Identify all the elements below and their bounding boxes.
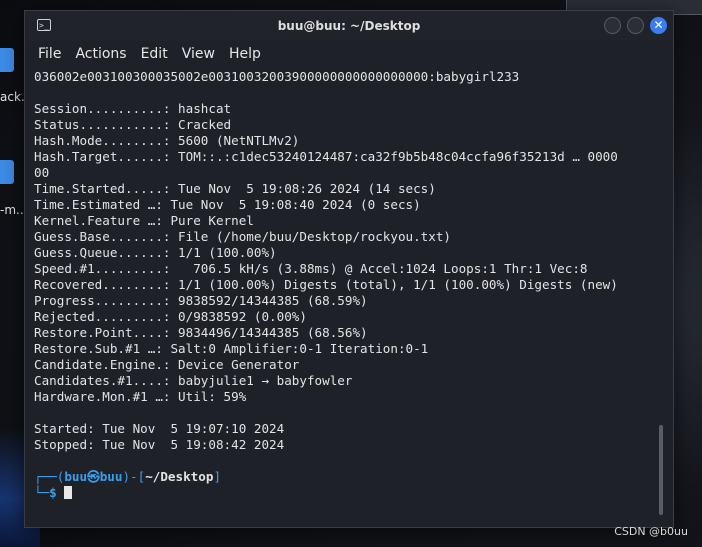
output-line: Hash.Mode........: 5600 (NetNTLMv2) <box>34 133 300 148</box>
maximize-button[interactable] <box>627 17 644 34</box>
prompt-dollar: $ <box>49 485 65 500</box>
output-line: Kernel.Feature …: Pure Kernel <box>34 213 254 228</box>
watermark: CSDN @b0uu <box>614 525 688 538</box>
prompt-end: ] <box>213 469 222 484</box>
output-line: Candidates.#1....: babyjulie1 → babyfowl… <box>34 373 353 388</box>
output-line: Time.Started.....: Tue Nov 5 19:08:26 20… <box>34 181 436 196</box>
title-bar[interactable]: >_ buu@buu: ~/Desktop ✕ <box>25 11 673 41</box>
menu-help[interactable]: Help <box>229 46 261 62</box>
desktop-file-icon[interactable] <box>0 160 14 184</box>
menu-file[interactable]: File <box>38 46 61 62</box>
desktop-file-label: ack. <box>0 90 25 104</box>
terminal-window[interactable]: >_ buu@buu: ~/Desktop ✕ File Actions Edi… <box>24 10 674 528</box>
output-line: Stopped: Tue Nov 5 19:08:42 2024 <box>34 437 285 452</box>
terminal-output[interactable]: 036002e003100300035002e00310032003900000… <box>25 69 666 525</box>
menu-actions[interactable]: Actions <box>75 46 126 62</box>
output-line: Hash.Target......: TOM::.:c1dec532401244… <box>34 149 618 164</box>
output-line: Speed.#1.........: 706.5 kH/s (3.88ms) @… <box>34 261 588 276</box>
menu-view[interactable]: View <box>182 46 215 62</box>
text-cursor <box>64 486 73 499</box>
prompt-bottom-prefix: └─ <box>34 485 50 500</box>
prompt-cwd: ~/Desktop <box>145 469 214 484</box>
prompt-line-bottom[interactable]: └─$ <box>34 485 666 501</box>
output-line: Recovered........: 1/1 (100.00%) Digests… <box>34 277 618 292</box>
menu-edit[interactable]: Edit <box>141 46 168 62</box>
prompt-user: buu <box>64 469 88 484</box>
output-line: 036002e003100300035002e00310032003900000… <box>34 69 520 84</box>
terminal-icon: >_ <box>37 19 51 31</box>
prompt-host: buu <box>99 469 123 484</box>
window-title: buu@buu: ~/Desktop <box>277 19 421 33</box>
menu-bar: File Actions Edit View Help <box>25 41 673 67</box>
output-line: Session..........: hashcat <box>34 101 232 116</box>
minimize-button[interactable] <box>604 17 621 34</box>
output-line: Progress.........: 9838592/14344385 (68.… <box>34 293 368 308</box>
window-controls: ✕ <box>604 17 667 34</box>
output-lines: 036002e003100300035002e00310032003900000… <box>34 69 666 469</box>
output-line: 00 <box>34 165 50 180</box>
prompt-at: ㉿ <box>87 469 100 484</box>
prompt-line-top: ┌──(buu㉿buu)-[~/Desktop] <box>34 469 666 485</box>
output-line: Time.Estimated …: Tue Nov 5 19:08:40 202… <box>34 197 421 212</box>
prompt-top-prefix: ┌──( <box>34 469 65 484</box>
output-line: Started: Tue Nov 5 19:07:10 2024 <box>34 421 285 436</box>
prompt-mid: )-[ <box>122 469 146 484</box>
output-line: Rejected.........: 0/9838592 (0.00%) <box>34 309 307 324</box>
output-line: Restore.Point....: 9834496/14344385 (68.… <box>34 325 368 340</box>
output-line: Guess.Base.......: File (/home/buu/Deskt… <box>34 229 452 244</box>
output-line: Status...........: Cracked <box>34 117 232 132</box>
scrollbar[interactable] <box>659 425 663 515</box>
close-button[interactable]: ✕ <box>650 17 667 34</box>
output-line: Hardware.Mon.#1 …: Util: 59% <box>34 389 247 404</box>
output-line: Guess.Queue......: 1/1 (100.00%) <box>34 245 277 260</box>
output-line: Restore.Sub.#1 …: Salt:0 Amplifier:0-1 I… <box>34 341 429 356</box>
desktop-file-icon[interactable] <box>0 48 14 72</box>
output-line: Candidate.Engine.: Device Generator <box>34 357 300 372</box>
